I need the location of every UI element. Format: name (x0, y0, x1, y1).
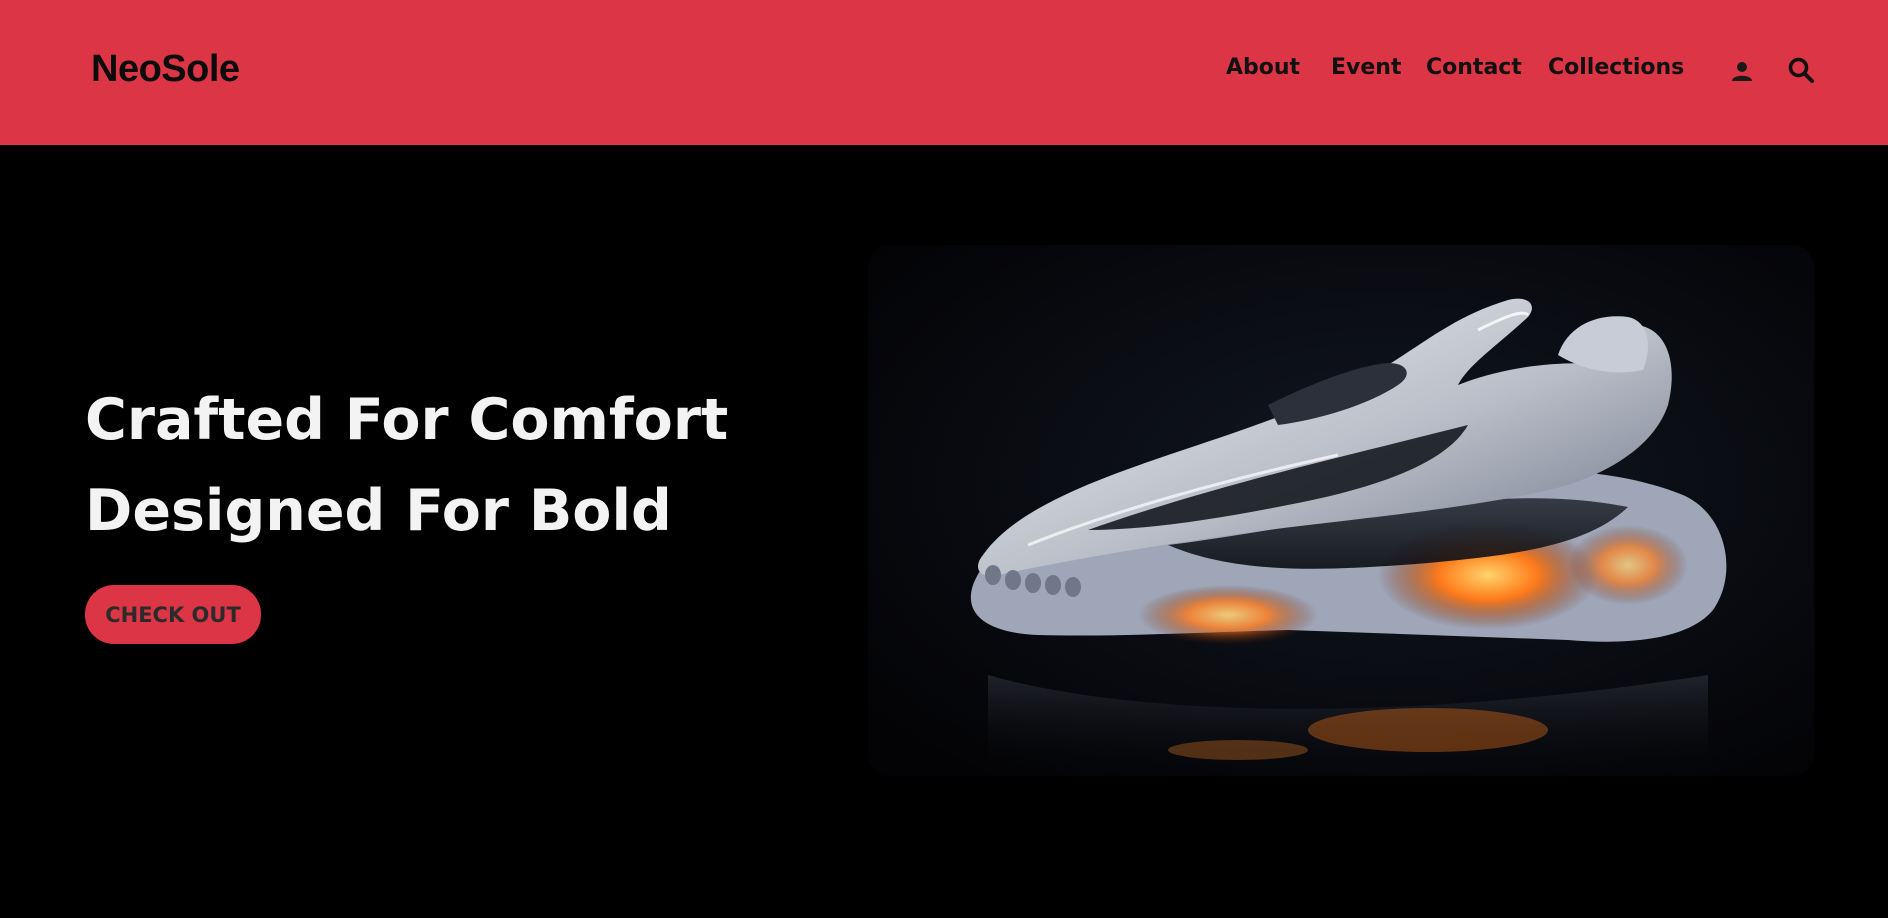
site-header: NeoSole About Event Contact Collections (0, 0, 1888, 145)
nav-link-collections[interactable]: Collections (1548, 55, 1684, 80)
nav-link-about[interactable]: About (1226, 55, 1300, 80)
hero-title-line-1: Crafted For Comfort (85, 387, 729, 453)
check-out-button[interactable]: CHECK OUT (85, 585, 261, 644)
user-icon[interactable] (1724, 53, 1760, 89)
hero-title: Crafted For Comfort Designed For Bold (85, 375, 728, 557)
brand-logo[interactable]: NeoSole (91, 48, 240, 91)
nav-link-event[interactable]: Event (1331, 55, 1401, 80)
search-icon[interactable] (1783, 52, 1819, 88)
hero-title-line-2: Designed For Bold (85, 478, 672, 544)
sneaker-image (868, 245, 1814, 776)
nav-link-contact[interactable]: Contact (1426, 55, 1522, 80)
